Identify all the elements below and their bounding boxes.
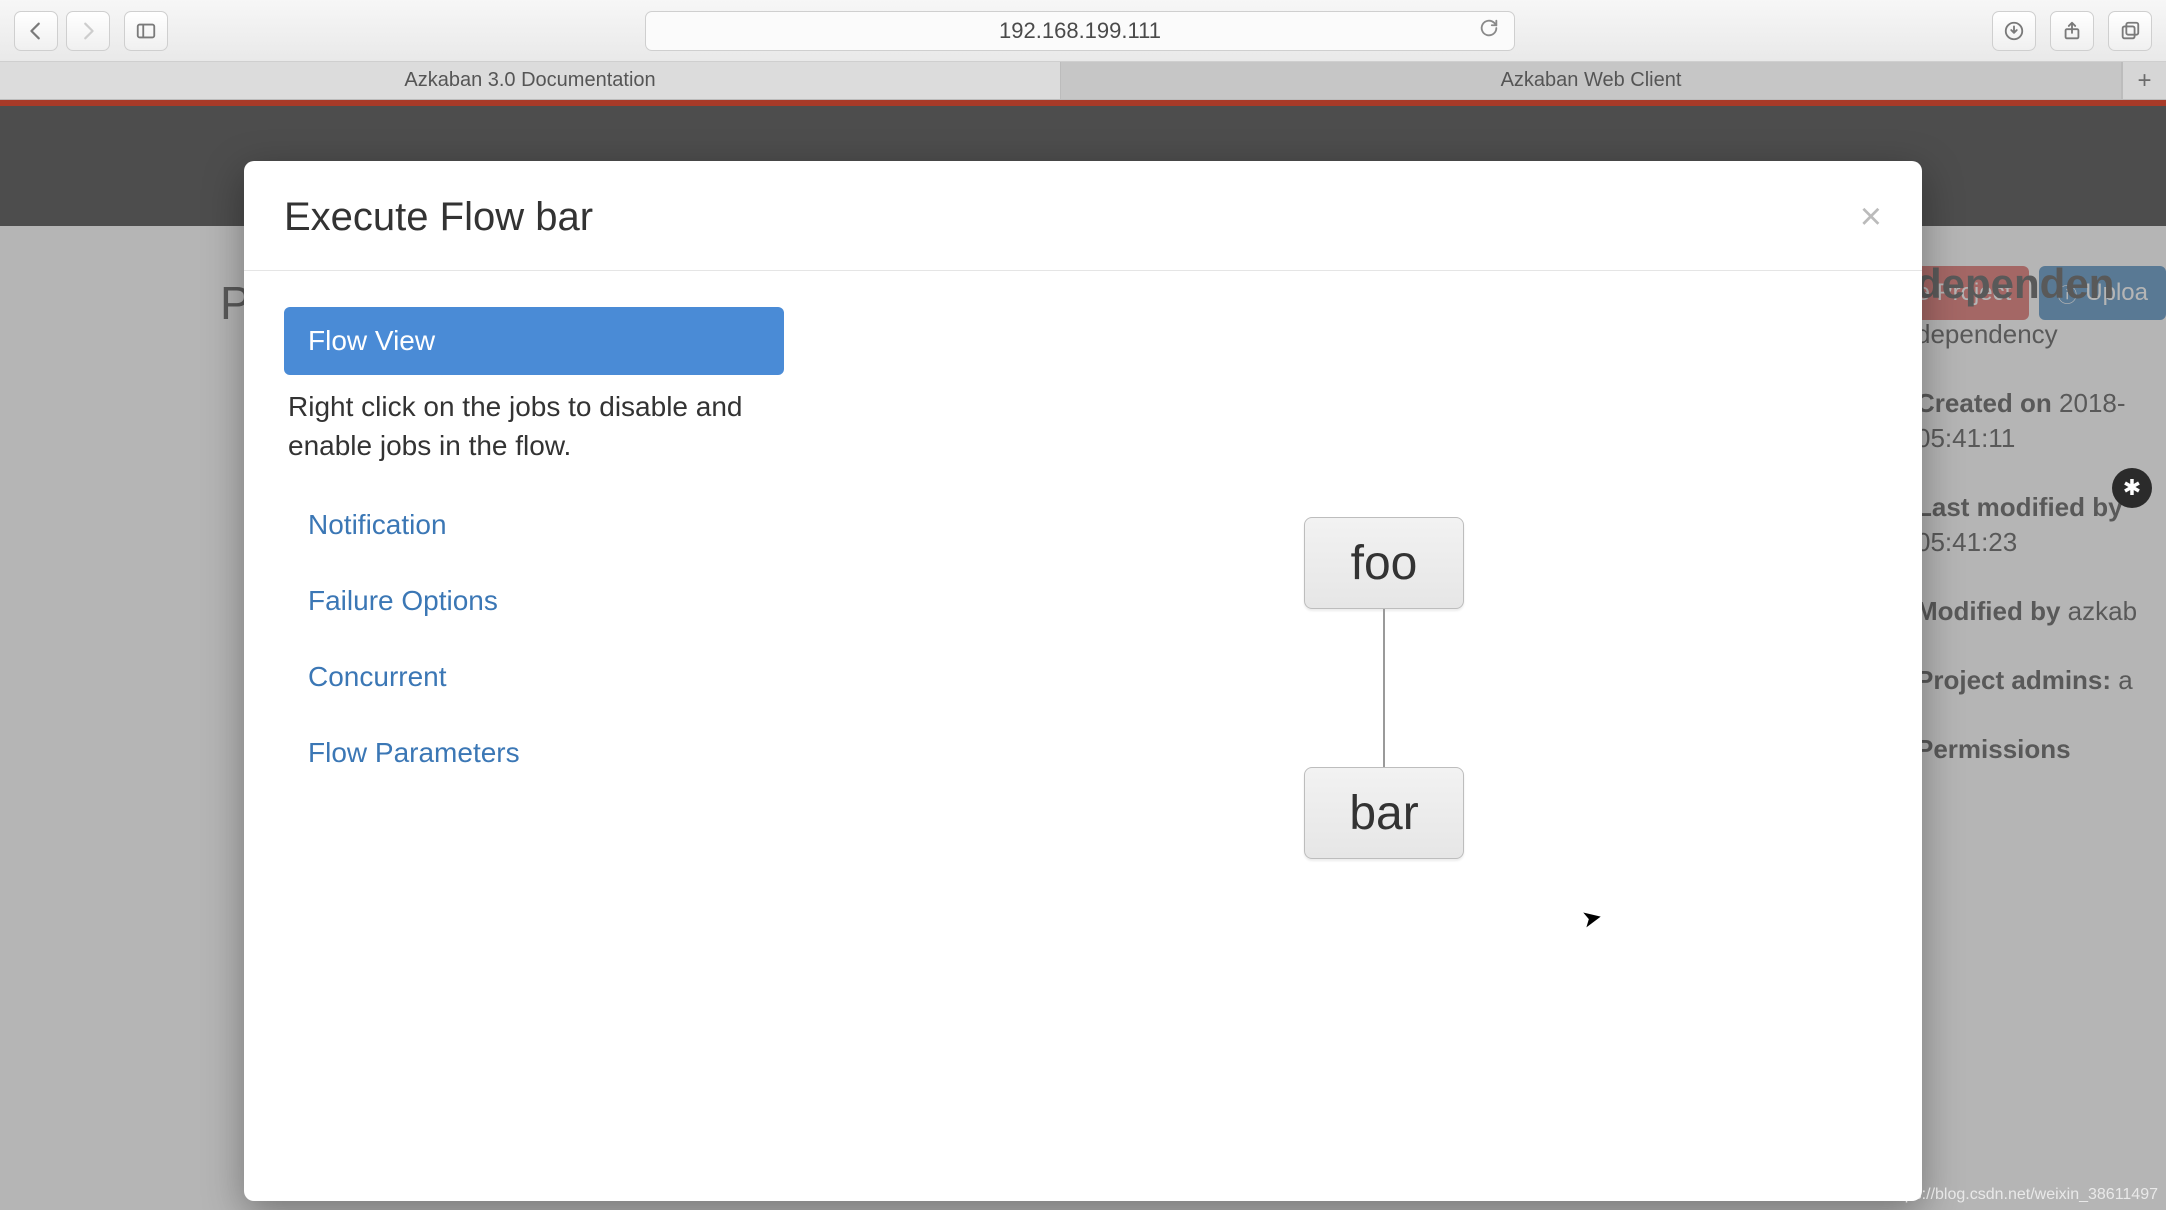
browser-toolbar: 192.168.199.111 <box>0 0 2166 62</box>
chevron-right-icon <box>77 20 99 42</box>
tab-documentation[interactable]: Azkaban 3.0 Documentation <box>0 62 1061 99</box>
reload-icon <box>1478 17 1500 39</box>
job-node-foo[interactable]: foo <box>1304 517 1464 609</box>
share-button[interactable] <box>2050 11 2094 51</box>
tab-bar: Azkaban 3.0 Documentation Azkaban Web Cl… <box>0 62 2166 100</box>
flow-view-hint: Right click on the jobs to disable and e… <box>288 387 780 465</box>
star-badge-icon: ✱ <box>2112 468 2152 508</box>
tabs-button[interactable] <box>2108 11 2152 51</box>
forward-button[interactable] <box>66 11 110 51</box>
job-edge-foo-bar <box>1383 609 1385 767</box>
sidebar-icon <box>135 20 157 42</box>
side-item-concurrent[interactable]: Concurrent <box>284 643 784 711</box>
address-bar-wrap: 192.168.199.111 <box>182 11 1978 51</box>
back-button[interactable] <box>14 11 58 51</box>
new-tab-button[interactable]: + <box>2122 62 2166 99</box>
side-item-notification[interactable]: Notification <box>284 491 784 559</box>
chevron-left-icon <box>25 20 47 42</box>
modal-close-button[interactable]: × <box>1860 196 1882 239</box>
download-icon <box>2003 20 2025 42</box>
execute-flow-modal: Execute Flow bar × Flow View Right click… <box>244 161 1922 1201</box>
modal-title: Execute Flow bar <box>284 195 593 240</box>
flow-graph-pane[interactable]: foo bar <box>824 307 1882 795</box>
side-item-failure-options[interactable]: Failure Options <box>284 567 784 635</box>
app-area: P e Project ⓘUploa dependen dependency C… <box>0 106 2166 1210</box>
side-item-flow-view[interactable]: Flow View <box>284 307 784 375</box>
address-bar[interactable]: 192.168.199.111 <box>645 11 1515 51</box>
side-item-flow-parameters[interactable]: Flow Parameters <box>284 719 784 787</box>
watermark: https://blog.csdn.net/weixin_38611497 <box>1887 1186 2158 1204</box>
modal-body: Flow View Right click on the jobs to dis… <box>244 271 1922 835</box>
downloads-button[interactable] <box>1992 11 2036 51</box>
address-text: 192.168.199.111 <box>999 18 1161 44</box>
share-icon <box>2061 20 2083 42</box>
toolbar-right <box>1992 11 2152 51</box>
job-node-bar[interactable]: bar <box>1304 767 1464 859</box>
modal-header: Execute Flow bar × <box>244 161 1922 271</box>
sidebar-toggle-button[interactable] <box>124 11 168 51</box>
reload-button[interactable] <box>1478 17 1500 45</box>
modal-sidebar: Flow View Right click on the jobs to dis… <box>284 307 784 795</box>
tabs-icon <box>2119 20 2141 42</box>
tab-web-client[interactable]: Azkaban Web Client <box>1061 62 2122 99</box>
nav-back-forward <box>14 11 110 51</box>
